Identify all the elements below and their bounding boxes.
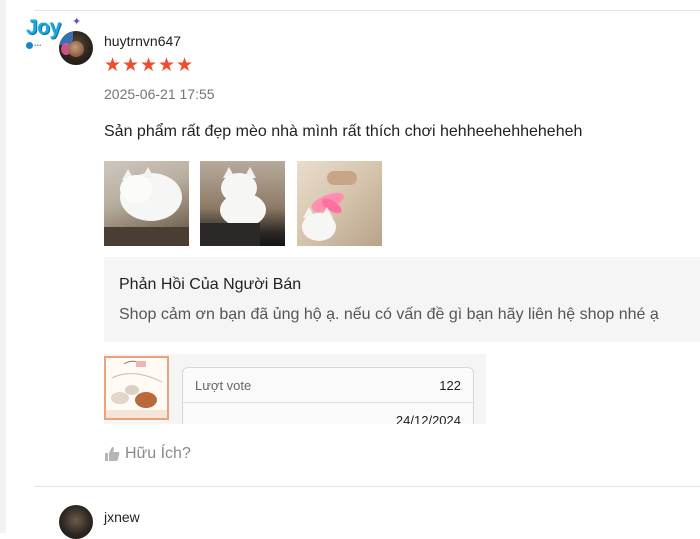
seller-reply-title: Phản Hồi Của Người Bán [119, 276, 302, 293]
review-photo-1[interactable] [104, 161, 189, 246]
product-thumbnail[interactable] [104, 356, 169, 420]
reviewer-username[interactable]: huytrnvn647 [104, 33, 181, 49]
thumbs-up-icon [105, 447, 120, 461]
star-icon: ★ [158, 55, 177, 76]
helpful-button[interactable]: Hữu Ích? [104, 444, 191, 464]
star-icon: ★ [176, 55, 195, 76]
joy-logo: Joy ✦ ... [24, 14, 94, 54]
next-reviewer-avatar[interactable] [59, 505, 93, 539]
cat-body [220, 193, 266, 227]
cat-toy-icon [106, 358, 167, 418]
logo-dot [26, 42, 33, 49]
vote-row: Lượt vote 122 [183, 368, 473, 402]
vote-table: Lượt vote 122 24/12/2024 [182, 367, 474, 424]
photo-bag [200, 223, 260, 246]
top-divider [34, 10, 700, 11]
vote-date: 24/12/2024 [395, 413, 461, 424]
star-icon: ★ [140, 55, 159, 76]
rating-stars: ★★★★★ [104, 56, 194, 76]
review-comment: Sản phẩm rất đẹp mèo nhà mình rất thích … [104, 123, 583, 140]
seller-reply-box: Phản Hồi Của Người Bán Shop cảm ơn bạn đ… [104, 257, 700, 342]
photo-shadow [104, 227, 189, 246]
hand-shadow [327, 171, 357, 185]
helpful-label: Hữu Ích? [125, 445, 191, 462]
review-photo-3[interactable] [297, 161, 382, 246]
joy-logo-sub: ... [34, 38, 42, 48]
product-card[interactable]: Lượt vote 122 24/12/2024 [104, 354, 486, 424]
vote-count: 122 [439, 378, 461, 393]
review-divider [34, 486, 700, 487]
review-photo-2[interactable] [200, 161, 285, 246]
star-icon: ★ [104, 55, 123, 76]
seller-reply-text: Shop cảm ơn bạn đã ủng hộ ạ. nếu có vấn … [119, 306, 659, 323]
vote-label: Lượt vote [195, 378, 252, 393]
cat-head [120, 175, 152, 203]
date-row: 24/12/2024 [183, 402, 473, 424]
cat-head [302, 213, 336, 241]
next-reviewer-username[interactable]: jxnew [104, 509, 140, 525]
sparkle-icon: ✦ [72, 16, 82, 28]
review-datetime: 2025-06-21 17:55 [104, 86, 215, 102]
star-icon: ★ [122, 55, 141, 76]
joy-logo-word: Joy [26, 16, 61, 39]
left-rail [0, 0, 6, 533]
